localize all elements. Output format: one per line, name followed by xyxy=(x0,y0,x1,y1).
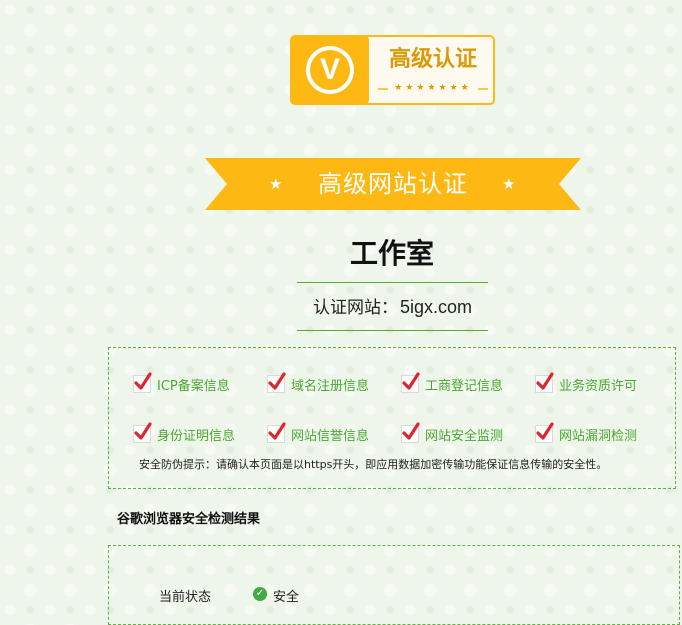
check-item-label: 工商登记信息 xyxy=(425,378,504,394)
check-item: 域名注册信息 xyxy=(267,372,370,395)
check-icon xyxy=(267,372,286,393)
title-ribbon: ★ 高级网站认证 ★ xyxy=(205,158,581,210)
check-item-label: ICP备案信息 xyxy=(157,378,230,394)
logo-stars: ★★★★★★★ xyxy=(394,83,472,93)
status-label: 当前状态 xyxy=(159,590,212,605)
logo-v-letter: V xyxy=(319,53,340,86)
check-item-label: 网站信誉信息 xyxy=(291,428,370,444)
check-item: 网站安全监测 xyxy=(401,422,504,445)
check-icon xyxy=(535,422,554,443)
check-icon xyxy=(267,422,286,443)
divider xyxy=(297,330,488,331)
security-tip: 安全防伪提示：请确认本页面是以https开头，即应用数据加密传输功能保证信息传输… xyxy=(139,458,608,471)
check-item-label: 网站漏洞检测 xyxy=(559,428,638,444)
check-item-label: 业务资质许可 xyxy=(559,378,638,394)
check-item: 工商登记信息 xyxy=(401,372,504,395)
browser-check-title: 谷歌浏览器安全检测结果 xyxy=(117,512,261,527)
check-icon xyxy=(535,372,554,393)
certification-logo: V 高级认证 ★★★★★★★ xyxy=(290,35,495,105)
site-domain: 5igx.com xyxy=(399,297,473,317)
check-icon xyxy=(401,422,420,443)
check-item: 网站漏洞检测 xyxy=(535,422,638,445)
check-icon xyxy=(401,372,420,393)
check-item-label: 网站安全监测 xyxy=(425,428,504,444)
company-name: 工作室 xyxy=(349,237,434,270)
check-icon xyxy=(133,372,152,393)
check-item: 身份证明信息 xyxy=(133,422,236,445)
check-circle-icon: ✓ xyxy=(253,587,267,601)
check-item: ICP备案信息 xyxy=(133,372,230,395)
site-label: 认证网站： xyxy=(312,298,398,318)
check-item: 网站信誉信息 xyxy=(267,422,370,445)
check-item-label: 身份证明信息 xyxy=(157,428,236,444)
divider xyxy=(297,282,488,283)
ribbon-title: 高级网站认证 xyxy=(318,170,468,198)
check-item: 业务资质许可 xyxy=(535,372,638,395)
check-item-label: 域名注册信息 xyxy=(291,378,370,394)
status-value: 安全 xyxy=(273,590,300,605)
check-icon xyxy=(133,422,152,443)
certified-site: 认证网站： 5igx.com xyxy=(297,294,488,321)
logo-title: 高级认证 xyxy=(388,47,477,72)
browser-check-panel: 当前状态 ✓ 安全 xyxy=(108,545,680,625)
verification-items-panel: ICP备案信息 域名注册信息 工商登记信息 业务资质许可 身份证明信息 网站信誉… xyxy=(108,347,676,489)
star-icon: ★ xyxy=(502,175,516,193)
